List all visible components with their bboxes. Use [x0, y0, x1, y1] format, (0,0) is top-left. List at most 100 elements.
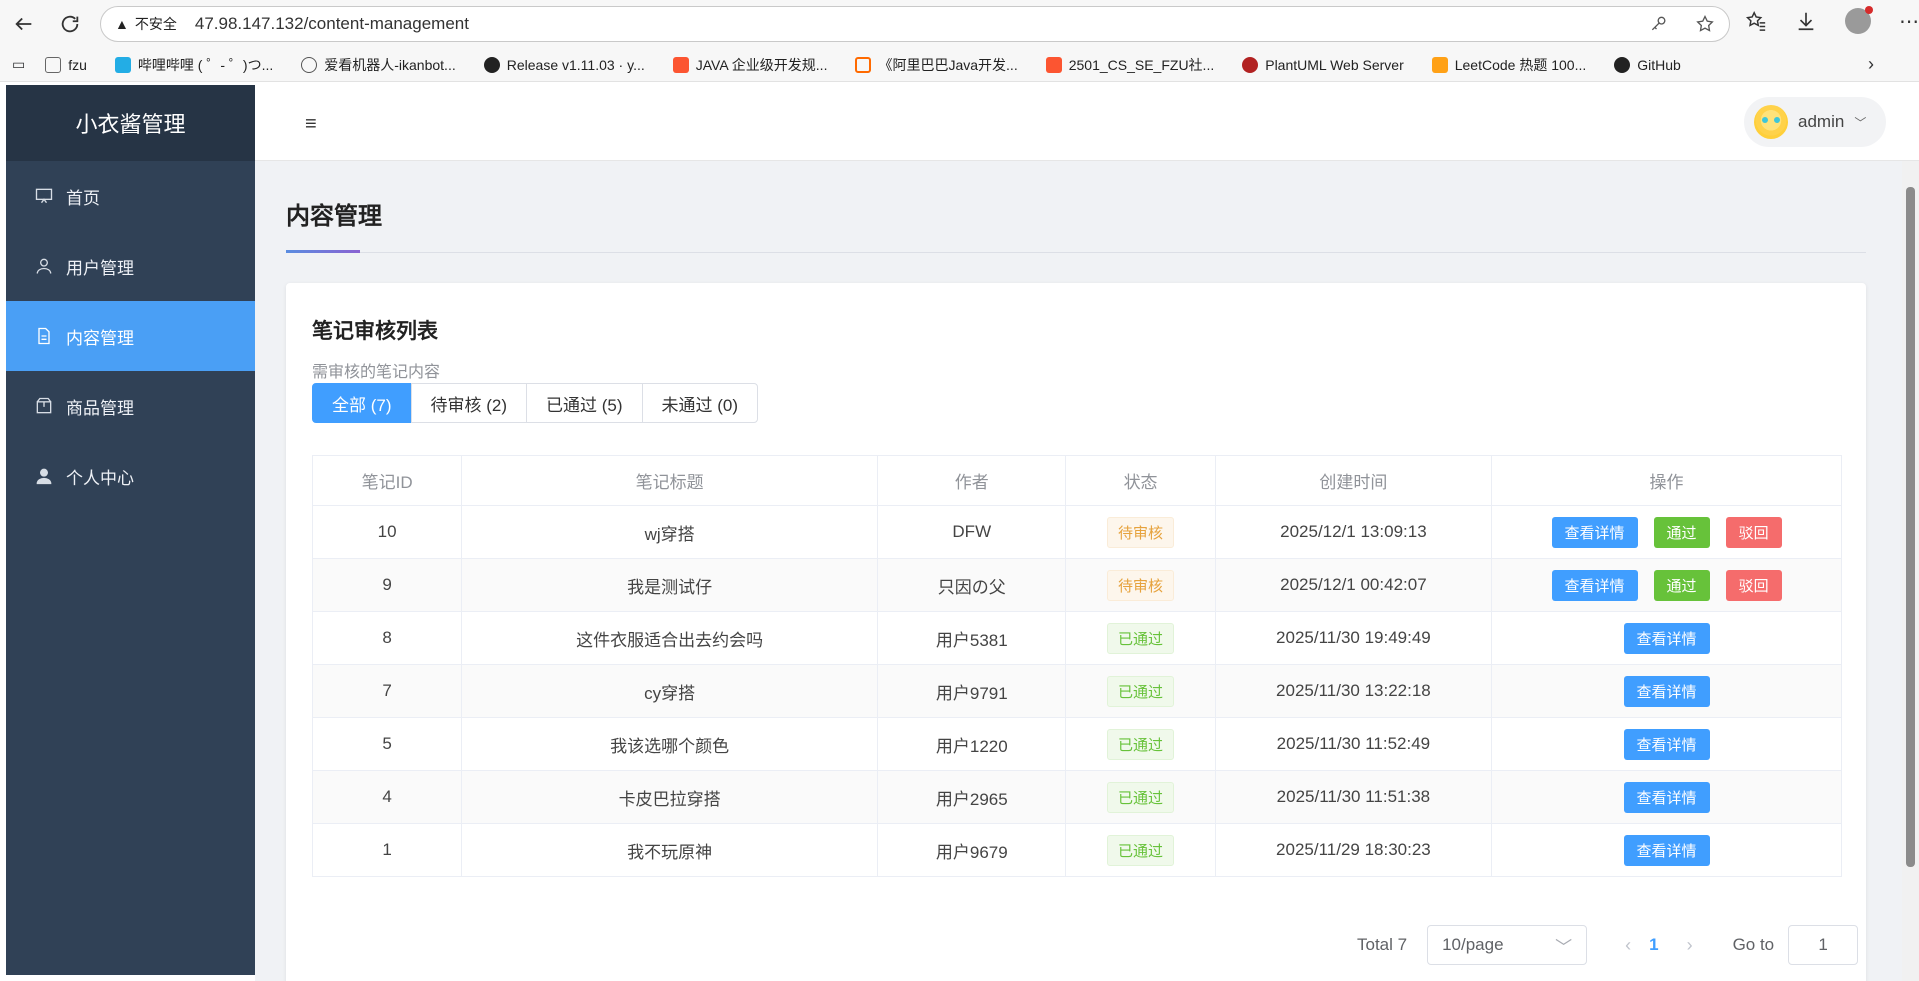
status-badge: 已通过: [1107, 728, 1175, 760]
sidebar-item-profile[interactable]: 个人中心: [6, 441, 255, 511]
sidebar-item-label: 个人中心: [66, 468, 134, 488]
status-badge: 已通过: [1107, 834, 1175, 866]
insecure-indicator[interactable]: ▲ 不安全: [115, 14, 177, 34]
bookmark-item[interactable]: 爱看机器人-ikanbot...: [301, 55, 456, 75]
view-detail-button[interactable]: 查看详情: [1623, 622, 1710, 654]
sidebar-item-users[interactable]: 用户管理: [6, 231, 255, 301]
bookmark-item[interactable]: fzu: [45, 56, 87, 73]
tab-all[interactable]: 全部 (7): [312, 383, 412, 423]
note-id: 7: [311, 664, 463, 718]
view-detail-button[interactable]: 查看详情: [1551, 569, 1638, 601]
sidebar-item-label: 首页: [66, 188, 100, 208]
tab-passed[interactable]: 已通过 (5): [526, 383, 643, 423]
sidebar-item-content[interactable]: 内容管理: [6, 301, 255, 371]
created-time: 2025/11/30 19:49:49: [1214, 611, 1493, 665]
page-size-select[interactable]: 10/page ﹀: [1427, 925, 1588, 965]
bilibili-icon: [114, 56, 131, 73]
note-title: wj穿搭: [461, 505, 879, 559]
status-cell: 已通过: [1065, 823, 1216, 877]
card-title: 笔记审核列表: [312, 320, 438, 343]
leetcode-icon: [1431, 56, 1448, 73]
created-time: 2025/11/30 13:22:18: [1214, 664, 1493, 718]
note-author: 用户9679: [877, 823, 1067, 877]
bookmark-item[interactable]: LeetCode 热题 100...: [1431, 55, 1586, 75]
tab-rejected[interactable]: 未通过 (0): [641, 383, 758, 423]
download-icon[interactable]: [1795, 10, 1817, 32]
bookmark-item[interactable]: 哔哩哔哩 ( ゜- ゜)つ...: [114, 55, 273, 75]
back-button[interactable]: [6, 6, 42, 42]
brand-title: 小衣酱管理: [6, 85, 255, 161]
chevron-down-icon: ﹀: [1854, 115, 1867, 130]
scrollbar[interactable]: [1902, 161, 1919, 981]
note-id: 5: [311, 717, 463, 771]
note-author: 用户1220: [877, 717, 1067, 771]
goto-page-input[interactable]: 1: [1788, 925, 1859, 965]
note-title: 卡皮巴拉穿搭: [461, 770, 879, 824]
more-icon[interactable]: ⋯: [1899, 9, 1919, 34]
next-page-button[interactable]: ›: [1687, 935, 1693, 956]
scroll-thumb[interactable]: [1906, 187, 1915, 867]
bookmark-item[interactable]: JAVA 企业级开发规...: [672, 55, 827, 75]
chevron-down-icon: ﹀: [1555, 937, 1573, 957]
sidebar-item-products[interactable]: 商品管理: [6, 371, 255, 441]
bookmark-item[interactable]: Release v1.11.03 · y...: [483, 56, 645, 73]
monitor-icon: [35, 188, 53, 204]
view-detail-button[interactable]: 查看详情: [1551, 516, 1638, 548]
user-name: admin: [1798, 112, 1845, 131]
note-title: 我该选哪个颜色: [461, 717, 879, 771]
avatar: [1754, 105, 1788, 139]
reload-button[interactable]: [52, 6, 88, 42]
sidebar-item-home[interactable]: 首页: [6, 161, 255, 231]
view-detail-button[interactable]: 查看详情: [1623, 675, 1710, 707]
bookmark-item[interactable]: PlantUML Web Server: [1242, 56, 1404, 73]
hamburger-icon[interactable]: ≡: [305, 113, 317, 136]
browser-toolbar: ▲ 不安全 47.98.147.132/content-management ⋯: [0, 0, 1919, 48]
favorites-icon[interactable]: [1745, 10, 1767, 32]
total-count: Total 7: [1357, 935, 1408, 954]
approve-button[interactable]: 通过: [1653, 569, 1710, 601]
table-row: 5 我该选哪个颜色 用户1220 已通过 2025/11/30 11:52:49…: [311, 717, 1842, 771]
approve-button[interactable]: 通过: [1653, 516, 1710, 548]
github-icon: [483, 56, 500, 73]
tab-pending[interactable]: 待审核 (2): [410, 383, 527, 423]
note-author: 用户5381: [877, 611, 1067, 665]
chevron-right-icon[interactable]: ›: [1868, 54, 1874, 75]
actions-cell: 查看详情: [1491, 717, 1842, 771]
tab-search-icon[interactable]: ▭: [12, 56, 25, 73]
view-detail-button[interactable]: 查看详情: [1623, 781, 1710, 813]
column-header: 操作: [1491, 455, 1842, 506]
created-time: 2025/12/1 13:09:13: [1214, 505, 1493, 559]
reject-button[interactable]: 驳回: [1725, 516, 1782, 548]
profile-avatar[interactable]: [1845, 6, 1873, 34]
sidebar-item-label: 商品管理: [66, 398, 134, 418]
page-number[interactable]: 1: [1649, 935, 1658, 955]
status-badge: 已通过: [1107, 675, 1175, 707]
table-row: 1 我不玩原神 用户9679 已通过 2025/11/29 18:30:23 查…: [311, 823, 1842, 877]
note-id: 1: [311, 823, 463, 877]
reject-button[interactable]: 驳回: [1725, 569, 1782, 601]
user-menu[interactable]: admin ﹀: [1744, 97, 1886, 147]
status-cell: 待审核: [1065, 505, 1216, 559]
document-icon: [38, 327, 50, 345]
table-row: 4 卡皮巴拉穿搭 用户2965 已通过 2025/11/30 11:51:38 …: [311, 770, 1842, 824]
star-icon[interactable]: [1695, 14, 1715, 34]
note-author: 用户2965: [877, 770, 1067, 824]
sidebar-item-label: 用户管理: [66, 258, 134, 278]
url-text[interactable]: 47.98.147.132/content-management: [195, 14, 469, 34]
view-detail-button[interactable]: 查看详情: [1623, 834, 1710, 866]
created-time: 2025/11/30 11:52:49: [1214, 717, 1493, 771]
prev-page-button[interactable]: ‹: [1625, 935, 1631, 956]
address-bar[interactable]: ▲ 不安全 47.98.147.132/content-management: [100, 6, 1730, 42]
title-accent: [286, 250, 360, 253]
column-header: 作者: [877, 455, 1067, 506]
table-row: 10 wj穿搭 DFW 待审核 2025/12/1 13:09:13 查看详情通…: [311, 505, 1842, 559]
key-icon[interactable]: [1649, 14, 1669, 34]
bookmark-item[interactable]: 《阿里巴巴Java开发...: [855, 55, 1018, 75]
created-time: 2025/11/29 18:30:23: [1214, 823, 1493, 877]
aliyun-icon: [855, 56, 872, 73]
pagination: Total 7 10/page ﹀ ‹ 1 › Go to 1: [1357, 925, 1859, 965]
bookmark-item[interactable]: GitHub: [1614, 56, 1681, 73]
bookmark-item[interactable]: 2501_CS_SE_FZU社...: [1045, 55, 1214, 75]
actions-cell: 查看详情: [1491, 823, 1842, 877]
view-detail-button[interactable]: 查看详情: [1623, 728, 1710, 760]
